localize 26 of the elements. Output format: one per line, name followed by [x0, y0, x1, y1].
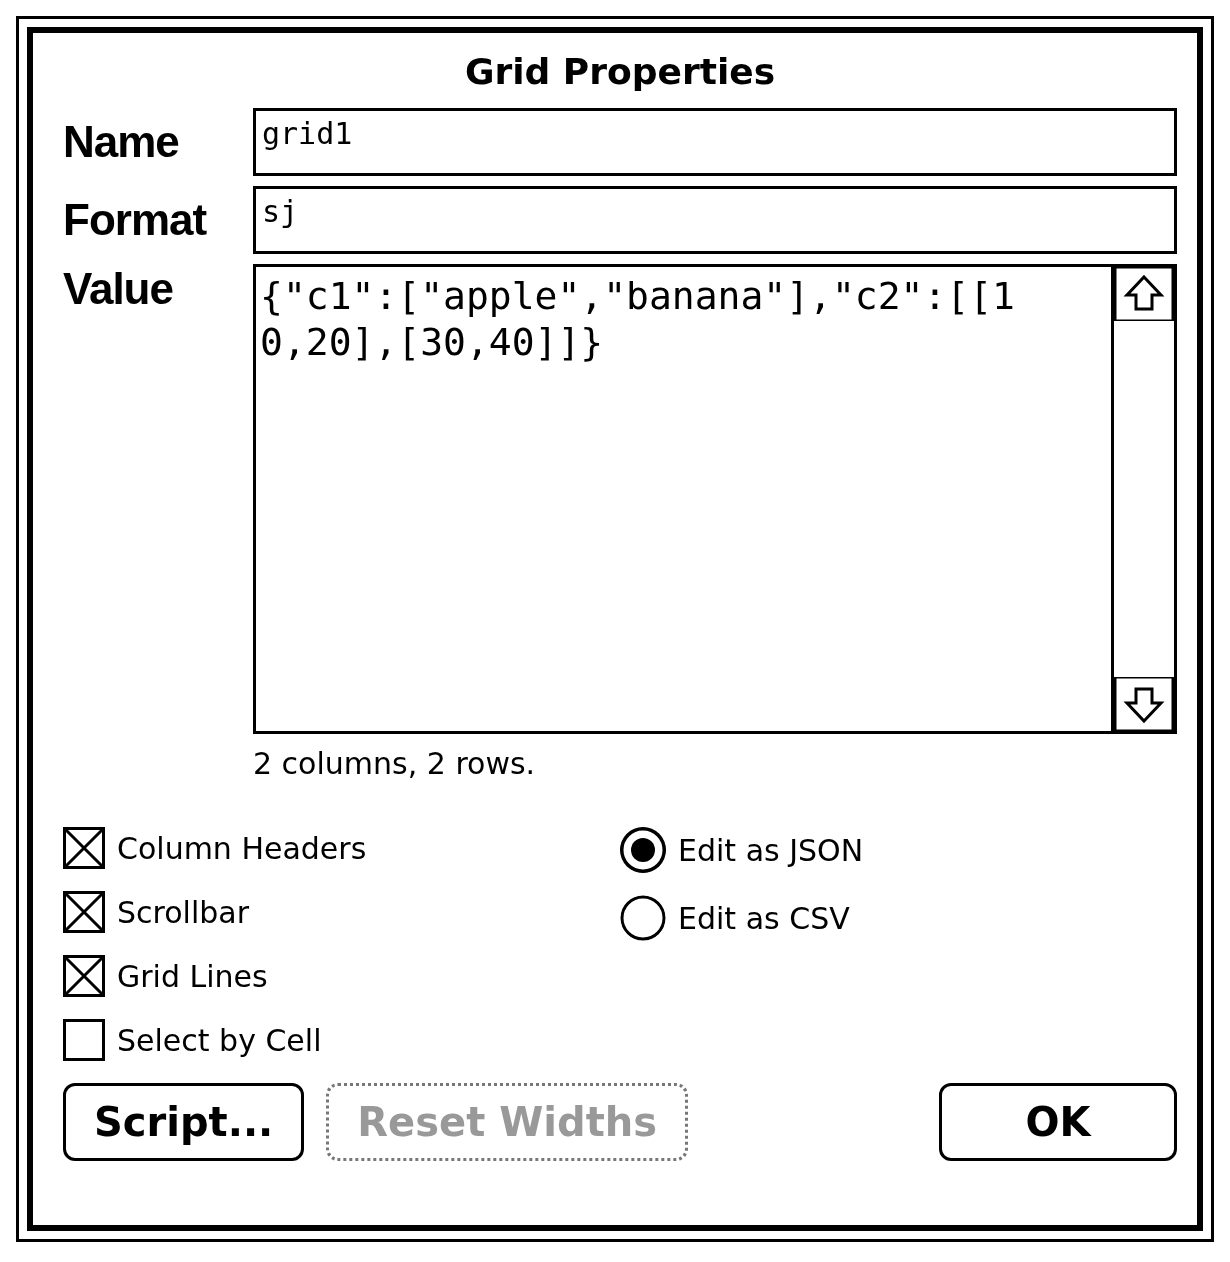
checkbox-label[interactable]: Column Headers	[117, 830, 367, 866]
radio-label[interactable]: Edit as CSV	[678, 900, 850, 936]
checkbox[interactable]	[63, 1019, 105, 1061]
input-field[interactable]: grid1	[253, 108, 1177, 176]
checkbox-label[interactable]: Scrollbar	[117, 894, 249, 930]
window-title: Grid Properties	[463, 51, 777, 92]
scroll-up-icon[interactable]	[1114, 267, 1174, 321]
scrollbar[interactable]	[1111, 267, 1174, 731]
dialog-button[interactable]: Script...	[63, 1083, 305, 1161]
value-text-area[interactable]: {"c1":["apple","banana"],"c2":[[10,20],[30,40]]}	[253, 264, 1177, 734]
checkbox-label[interactable]: Grid Lines	[117, 958, 268, 994]
input-field[interactable]: sj	[253, 186, 1177, 254]
scroll-down-icon[interactable]	[1114, 677, 1174, 731]
checkbox[interactable]	[63, 827, 105, 869]
checkbox-label[interactable]: Select by Cell	[117, 1022, 322, 1058]
radio-button[interactable]	[620, 827, 666, 873]
radio-label[interactable]: Edit as JSON	[678, 832, 864, 868]
field-label: Value	[63, 264, 174, 314]
field-label: Name	[63, 117, 180, 167]
value-text: {"c1":["apple","banana"],"c2":[[10,20],[30,40]]}	[259, 273, 1016, 366]
checkbox[interactable]	[63, 955, 105, 997]
field-label: Format	[63, 195, 208, 245]
radio-button[interactable]	[620, 895, 666, 941]
status-text: 2 columns, 2 rows.	[253, 746, 537, 781]
dialog-button[interactable]: OK	[939, 1083, 1177, 1161]
checkbox[interactable]	[63, 891, 105, 933]
